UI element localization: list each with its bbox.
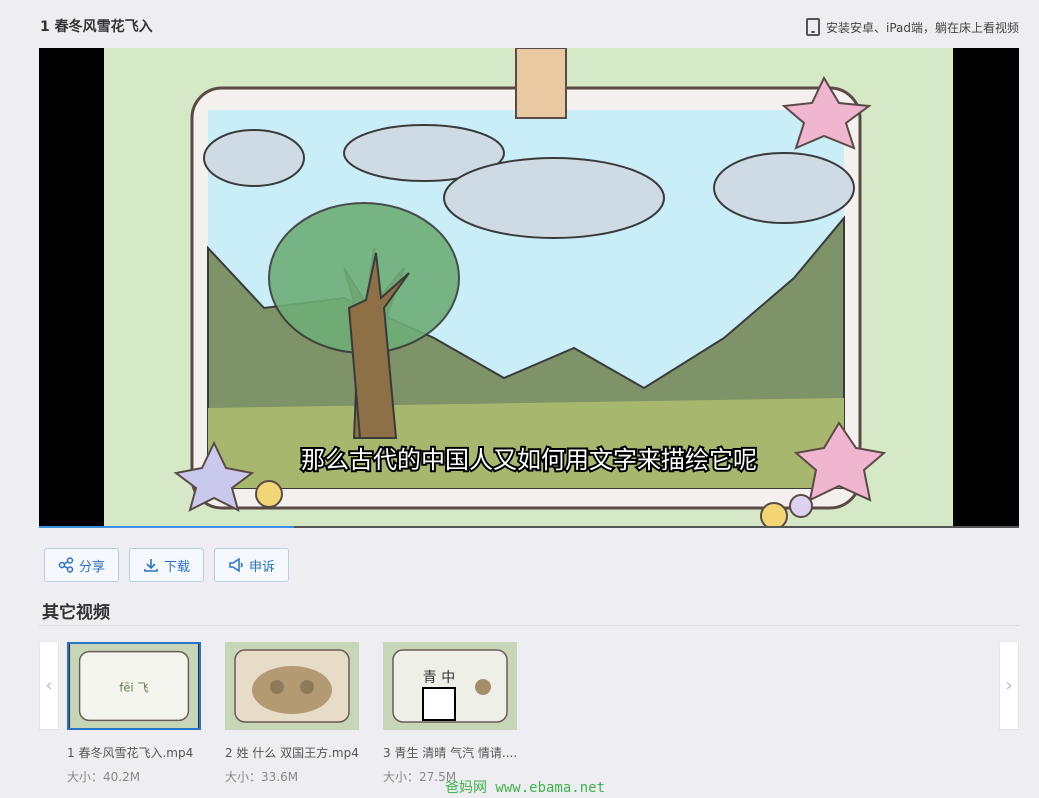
- video-name-1[interactable]: 1 春冬风雪花飞入.mp4: [67, 744, 207, 761]
- chevron-right-icon: ›: [1005, 675, 1013, 696]
- chevron-left-icon: ‹: [45, 675, 53, 696]
- report-button[interactable]: 申诉: [214, 548, 290, 582]
- thumbnail-caption: fēi 飞: [119, 681, 148, 695]
- app-promo-text: 安装安卓、iPad端，躺在床上看视频: [825, 20, 1019, 35]
- app-promo-link[interactable]: 安装安卓、iPad端，躺在床上看视频: [805, 18, 1019, 36]
- tablet-icon: [805, 18, 820, 36]
- other-videos-title: 其它视频: [42, 603, 110, 623]
- prev-arrow-button[interactable]: ‹: [39, 641, 59, 730]
- video-subtitle: 那么古代的中国人又如何用文字来描绘它呢: [301, 446, 757, 474]
- download-icon: [144, 559, 158, 572]
- watermark-text: 爸妈网 www.ebama.net: [445, 780, 606, 796]
- page-title: 1 春冬风雪花飞入: [40, 19, 153, 35]
- megaphone-icon: [229, 557, 243, 573]
- report-label: 申诉: [249, 559, 276, 575]
- share-button[interactable]: 分享: [44, 548, 120, 582]
- thumbnail-caption: 青 中: [423, 670, 455, 686]
- progress-fill: [39, 526, 294, 528]
- video-thumbnail-3[interactable]: 青 中: [383, 642, 517, 730]
- video-name-3[interactable]: 3 青生 清晴 气汽 情请....: [383, 744, 523, 761]
- share-icon: [58, 557, 74, 573]
- share-label: 分享: [79, 559, 106, 575]
- video-player[interactable]: 那么古代的中国人又如何用文字来描绘它呢: [39, 48, 1019, 528]
- video-size-2: 大小：33.6M: [225, 770, 299, 784]
- download-label: 下载: [164, 559, 191, 575]
- thumbnail-image: [225, 642, 359, 730]
- video-name-2[interactable]: 2 姓 什么 双国王方.mp4: [225, 744, 365, 761]
- next-arrow-button[interactable]: ›: [999, 641, 1019, 730]
- thumbnail-image: fēi 飞: [70, 644, 198, 728]
- video-size-1: 大小：40.2M: [67, 770, 141, 784]
- video-frame: 那么古代的中国人又如何用文字来描绘它呢: [104, 48, 953, 526]
- thumbnail-image: 青 中: [383, 642, 517, 730]
- progress-bar[interactable]: [39, 526, 1019, 528]
- section-divider: [39, 625, 1019, 626]
- download-button[interactable]: 下载: [129, 548, 205, 582]
- video-thumbnail-1[interactable]: fēi 飞: [67, 642, 201, 730]
- video-thumbnail-2[interactable]: [225, 642, 359, 730]
